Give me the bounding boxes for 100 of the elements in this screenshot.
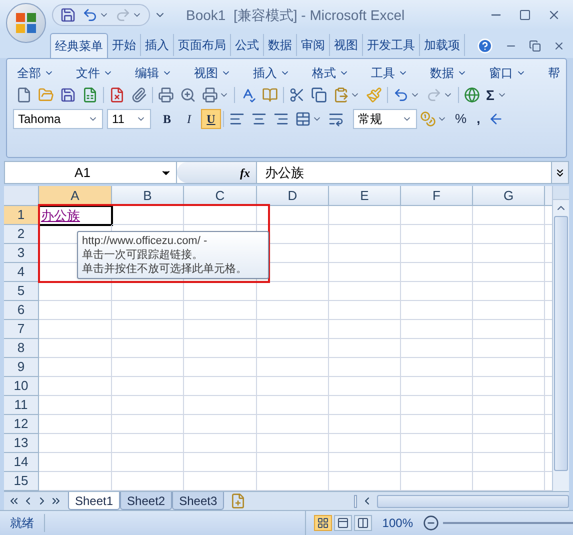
font-select[interactable]: Tahoma (13, 109, 103, 129)
view-button[interactable] (354, 515, 372, 531)
row-header[interactable]: 7 (4, 320, 39, 339)
menu-item[interactable]: 全部 (17, 64, 54, 82)
close-icon[interactable] (547, 8, 561, 22)
row-header[interactable]: 4 (4, 263, 39, 282)
column-header[interactable]: E (329, 186, 401, 206)
ribbon-tab[interactable]: 数据 (264, 34, 297, 56)
align-right-icon[interactable] (273, 111, 289, 127)
sheet-tab[interactable]: Sheet1 (68, 492, 120, 510)
first-sheet-icon[interactable] (8, 495, 20, 507)
format-button[interactable]: B (157, 109, 177, 129)
cut-icon[interactable] (289, 87, 305, 103)
row-header[interactable]: 8 (4, 339, 39, 358)
new-file-icon[interactable] (16, 87, 32, 103)
vertical-scrollbar[interactable] (552, 186, 569, 491)
percent-button[interactable]: % (450, 109, 472, 129)
column-header[interactable]: G (473, 186, 545, 206)
ribbon-tab[interactable]: 页面布局 (174, 34, 231, 56)
permission-icon[interactable] (109, 87, 125, 103)
autosum-button[interactable]: Σ (483, 84, 498, 106)
maximize-icon[interactable] (519, 9, 531, 21)
align-center-icon[interactable] (251, 111, 267, 127)
office-button[interactable] (6, 3, 46, 43)
row-header[interactable]: 6 (4, 301, 39, 320)
align-left-icon[interactable] (229, 111, 245, 127)
ribbon-tab[interactable]: 插入 (141, 34, 174, 56)
menu-item[interactable]: 窗口 (489, 64, 526, 82)
wrap-text-icon[interactable] (328, 111, 344, 127)
ribbon-tab[interactable]: 视图 (330, 34, 363, 56)
sheet-tab[interactable]: Sheet3 (172, 492, 224, 510)
insert-sheet-icon[interactable] (230, 493, 246, 509)
ribbon-tab[interactable]: 经典菜单 (50, 33, 108, 58)
font-size-select[interactable]: 11 (107, 109, 151, 129)
grid-cell (112, 282, 184, 301)
ribbon-tab[interactable]: 开发工具 (363, 34, 420, 56)
ribbon-tab[interactable]: 公式 (231, 34, 264, 56)
comma-button[interactable]: , (472, 109, 486, 129)
column-header[interactable]: D (257, 186, 329, 206)
row-header[interactable]: 3 (4, 244, 39, 263)
horizontal-scroll-thumb[interactable] (377, 494, 569, 508)
copy-icon[interactable] (311, 87, 327, 103)
save-icon[interactable] (60, 87, 76, 103)
format-button[interactable]: I (179, 109, 199, 129)
undo-icon[interactable] (82, 7, 98, 23)
print-icon[interactable] (158, 87, 174, 103)
scroll-thumb[interactable] (554, 216, 568, 471)
row-header[interactable]: 10 (4, 377, 39, 396)
row-header[interactable]: 5 (4, 282, 39, 301)
menu-item[interactable]: 编辑 (135, 64, 172, 82)
menu-item[interactable]: 帮 (548, 64, 560, 82)
view-button[interactable] (334, 515, 352, 531)
undo-icon[interactable] (393, 87, 409, 103)
attachment-icon[interactable] (131, 87, 147, 103)
restore-icon[interactable] (529, 40, 541, 52)
grid-cell (329, 377, 401, 396)
column-header[interactable]: A (39, 186, 112, 206)
help-icon[interactable] (477, 38, 493, 54)
printer-icon[interactable] (202, 87, 218, 103)
selected-cell[interactable]: 办公族 (38, 205, 113, 226)
row-header[interactable]: 1 (4, 206, 39, 225)
row-header[interactable]: 12 (4, 415, 39, 434)
close-icon[interactable] (553, 40, 565, 52)
row-header[interactable]: 9 (4, 358, 39, 377)
ribbon-tab[interactable]: 开始 (108, 34, 141, 56)
hyperlink-icon[interactable] (464, 87, 480, 103)
row-header[interactable]: 11 (4, 396, 39, 415)
sheet-tab[interactable]: Sheet2 (120, 492, 172, 510)
save-icon[interactable] (60, 7, 76, 23)
menu-item[interactable]: 格式 (312, 64, 349, 82)
paste-icon[interactable] (333, 87, 349, 103)
zoom-out-icon[interactable] (423, 515, 439, 531)
ribbon-tab[interactable]: 加载项 (420, 34, 465, 56)
grid-cell (329, 339, 401, 358)
row-header[interactable]: 2 (4, 225, 39, 244)
row-header[interactable]: 14 (4, 453, 39, 472)
grid-cell (112, 377, 184, 396)
print-preview-icon[interactable] (180, 87, 196, 103)
number-format-select[interactable]: 常规 (353, 109, 417, 129)
grid-cell (257, 206, 329, 225)
spreadsheet-icon[interactable] (82, 87, 98, 103)
column-header[interactable]: F (401, 186, 473, 206)
menu-item[interactable]: 工具 (371, 64, 408, 82)
menu-item[interactable]: 视图 (194, 64, 231, 82)
row-header[interactable]: 13 (4, 434, 39, 453)
format-button[interactable]: U (201, 109, 221, 129)
view-button[interactable] (314, 515, 332, 531)
menu-item[interactable]: 文件 (76, 64, 113, 82)
row-header[interactable]: 15 (4, 472, 39, 491)
zoom-level[interactable]: 100% (382, 514, 413, 532)
merge-cells-icon[interactable] (295, 111, 311, 127)
tab-split-handle[interactable] (354, 494, 357, 508)
menu-item[interactable]: 插入 (253, 64, 290, 82)
hyperlink[interactable]: 办公族 (40, 206, 80, 226)
column-header[interactable]: C (184, 186, 257, 206)
menu-item[interactable]: 数据 (430, 64, 467, 82)
ribbon-tab[interactable]: 审阅 (297, 34, 330, 56)
column-header[interactable]: B (112, 186, 184, 206)
research-icon[interactable] (262, 87, 278, 103)
last-sheet-icon[interactable] (50, 495, 62, 507)
